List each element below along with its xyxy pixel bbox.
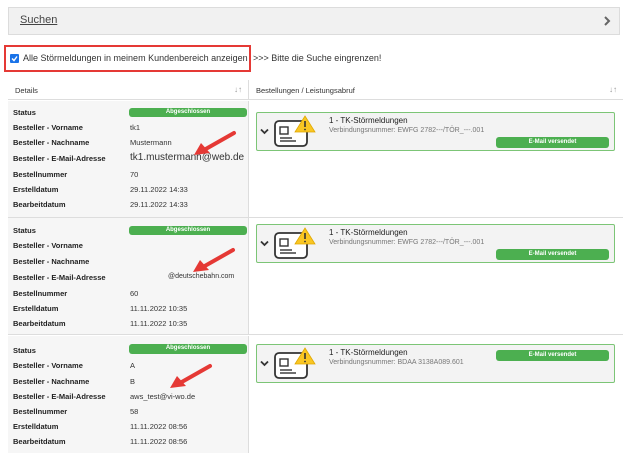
chevron-right-icon[interactable] [603,16,611,26]
erstelldatum-value: 29.11.2022 14:33 [130,185,188,194]
table-row[interactable]: Status Abgeschlossen Besteller - Vorname… [8,336,623,453]
table-row[interactable]: Status Abgeschlossen Besteller - Vorname… [8,101,623,218]
order-title: 1 - TK-Störmeldungen [329,116,408,125]
nachname-value: B [130,377,136,386]
sort-icon[interactable]: ↓↑ [234,85,242,94]
annotation-arrow-icon [170,364,212,388]
bearbeitdatum-value: 11.11.2022 08:56 [130,437,188,446]
erstelldatum-label: Erstelldatum [13,185,59,194]
annotation-arrow-icon [193,248,235,272]
order-title: 1 - TK-Störmeldungen [329,228,408,237]
status-badge: Abgeschlossen [129,344,247,354]
status-badge: Abgeschlossen [129,226,247,235]
mail-status-badge: E-Mail versendet [496,137,609,148]
bestellnummer-label: Bestellnummer [13,289,68,298]
status-label: Status [13,226,36,235]
check-icon [11,56,18,62]
details-cell: Status Abgeschlossen Besteller - Vorname… [8,101,248,218]
vorname-value: A [130,361,136,370]
sort-icon[interactable]: ↓↑ [609,85,617,94]
search-panel-header[interactable]: Suchen [8,7,620,35]
document-card-icon [274,227,316,259]
vorname-label: Besteller - Vorname [13,123,83,132]
order-card[interactable]: 1 - TK-Störmeldungen Verbindungsnummer: … [256,112,615,151]
email-value: @deutschebahn.com [168,273,235,280]
erstelldatum-label: Erstelldatum [13,304,59,313]
show-all-checkbox[interactable] [10,54,19,63]
connection-number: Verbindungsnummer: EWFG 2782---/TÖR_---.… [329,239,485,246]
email-label: Besteller - E-Mail-Adresse [13,154,106,163]
row-divider [8,334,623,335]
search-label[interactable]: Suchen [20,14,57,26]
nachname-label: Besteller - Nachname [13,377,90,386]
orders-cell: 1 - TK-Störmeldungen Verbindungsnummer: … [248,218,623,335]
annotation-arrow-icon [194,131,236,155]
filter-highlight-box: Alle Störmeldungen in meinem Kundenberei… [4,45,251,72]
chevron-down-icon[interactable] [260,360,269,367]
filter-hint: >>> Bitte die Suche eingrenzen! [253,53,382,63]
email-value: aws_test@vi-wo.de [130,392,196,401]
order-title: 1 - TK-Störmeldungen [329,348,408,357]
bestellnummer-label: Bestellnummer [13,170,68,179]
document-card-icon [274,115,316,147]
column-header-details[interactable]: Details ↓↑ [8,80,248,100]
bearbeitdatum-value: 29.11.2022 14:33 [130,200,188,209]
email-label: Besteller - E-Mail-Adresse [13,392,106,401]
status-badge: Abgeschlossen [129,108,247,117]
chevron-down-icon[interactable] [260,128,269,135]
vorname-label: Besteller - Vorname [13,241,83,250]
table-row[interactable]: Status Abgeschlossen Besteller - Vorname… [8,218,623,335]
bearbeitdatum-label: Bearbeitdatum [13,319,66,328]
status-label: Status [13,346,36,355]
column-header-orders[interactable]: Bestellungen / Leistungsabruf ↓↑ [248,80,623,100]
orders-cell: 1 - TK-Störmeldungen Verbindungsnummer: … [248,101,623,218]
nachname-value: Mustermann [130,138,172,147]
mail-status-badge: E-Mail versendet [496,350,609,361]
column-header-orders-label: Bestellungen / Leistungsabruf [256,86,355,95]
nachname-label: Besteller - Nachname [13,138,90,147]
bearbeitdatum-label: Bearbeitdatum [13,200,66,209]
email-label: Besteller - E-Mail-Adresse [13,273,106,282]
mail-status-badge: E-Mail versendet [496,249,609,260]
order-card[interactable]: 1 - TK-Störmeldungen Verbindungsnummer: … [256,344,615,383]
details-cell: Status Abgeschlossen Besteller - Vorname… [8,336,248,453]
bearbeitdatum-label: Bearbeitdatum [13,437,66,446]
connection-number: Verbindungsnummer: BDAA 3138A089.601 [329,359,464,366]
erstelldatum-value: 11.11.2022 10:35 [130,304,188,313]
column-header-details-label: Details [15,86,38,95]
bearbeitdatum-value: 11.11.2022 10:35 [130,319,188,328]
bestellnummer-value: 58 [130,407,139,416]
orders-cell: 1 - TK-Störmeldungen Verbindungsnummer: … [248,336,623,453]
bestellnummer-value: 60 [130,289,139,298]
chevron-down-icon[interactable] [260,240,269,247]
vorname-value: tk1 [130,123,141,132]
erstelldatum-value: 11.11.2022 08:56 [130,422,188,431]
status-label: Status [13,108,36,117]
show-all-checkbox-label[interactable]: Alle Störmeldungen in meinem Kundenberei… [23,53,248,63]
bestellnummer-label: Bestellnummer [13,407,68,416]
order-card[interactable]: 1 - TK-Störmeldungen Verbindungsnummer: … [256,224,615,263]
nachname-label: Besteller - Nachname [13,257,90,266]
bestellnummer-value: 70 [130,170,139,179]
vorname-label: Besteller - Vorname [13,361,83,370]
erstelldatum-label: Erstelldatum [13,422,59,431]
document-card-icon [274,347,316,379]
details-cell: Status Abgeschlossen Besteller - Vorname… [8,218,248,335]
connection-number: Verbindungsnummer: EWFG 2782---/TÖR_---.… [329,127,485,134]
